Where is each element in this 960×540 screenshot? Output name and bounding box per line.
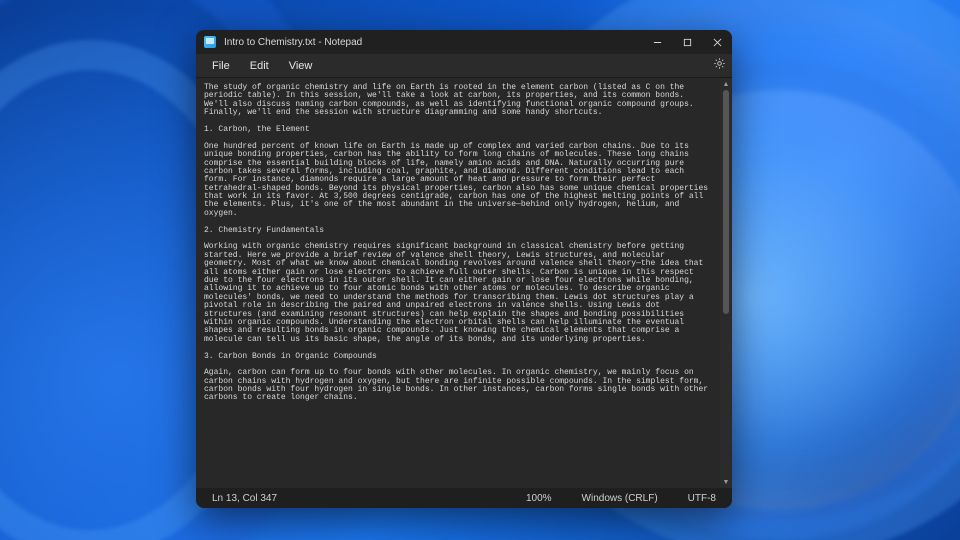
status-encoding[interactable]: UTF-8 <box>682 493 722 504</box>
statusbar: Ln 13, Col 347 100% Windows (CRLF) UTF-8 <box>196 488 732 508</box>
menu-file[interactable]: File <box>202 58 240 74</box>
scrollbar-thumb[interactable] <box>723 90 729 314</box>
settings-button[interactable] <box>712 59 726 73</box>
scrollbar-track[interactable] <box>720 90 732 476</box>
notepad-app-icon <box>204 36 216 48</box>
status-line-ending[interactable]: Windows (CRLF) <box>576 493 664 504</box>
editor-area: The study of organic chemistry and life … <box>196 78 732 488</box>
titlebar[interactable]: Intro to Chemistry.txt - Notepad <box>196 30 732 54</box>
notepad-window: Intro to Chemistry.txt - Notepad File Ed… <box>196 30 732 508</box>
status-zoom[interactable]: 100% <box>520 493 558 504</box>
maximize-button[interactable] <box>672 30 702 54</box>
minimize-button[interactable] <box>642 30 672 54</box>
menu-edit[interactable]: Edit <box>240 58 279 74</box>
close-button[interactable] <box>702 30 732 54</box>
window-title: Intro to Chemistry.txt - Notepad <box>224 37 362 48</box>
menubar: File Edit View <box>196 54 732 78</box>
menu-view[interactable]: View <box>279 58 323 74</box>
vertical-scrollbar[interactable]: ▲ ▼ <box>720 78 732 488</box>
status-cursor-position: Ln 13, Col 347 <box>206 493 283 504</box>
scroll-up-arrow-icon[interactable]: ▲ <box>720 78 732 90</box>
scroll-down-arrow-icon[interactable]: ▼ <box>720 476 732 488</box>
text-editor[interactable]: The study of organic chemistry and life … <box>196 78 720 488</box>
gear-icon <box>713 57 726 75</box>
